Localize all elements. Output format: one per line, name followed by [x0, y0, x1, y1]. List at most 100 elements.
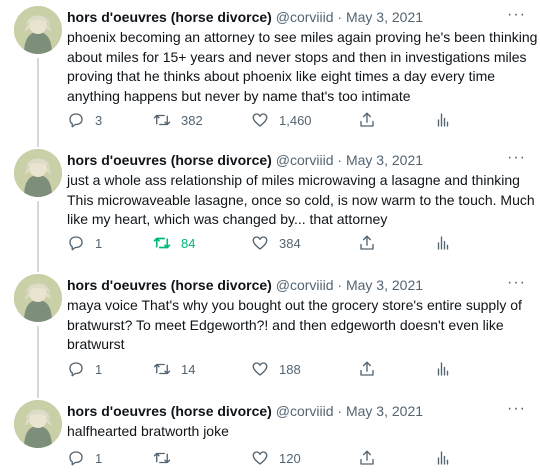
tweet[interactable]: hors d'oeuvres (horse divorce) @corviiid…: [0, 261, 540, 392]
analytics-button[interactable]: [434, 110, 462, 130]
thread-line: [37, 261, 39, 272]
separator: ·: [337, 152, 343, 168]
retweet-icon: [153, 237, 171, 249]
analytics-button[interactable]: [434, 233, 462, 253]
tweet-text-line: bratwurst: [67, 336, 125, 352]
author-handle[interactable]: @corviiid: [276, 152, 334, 168]
tweet-actions: 1 14 188: [67, 359, 527, 379]
tweet-text-line: proving that he thinks about phoenix lik…: [67, 68, 496, 84]
tweet-text-line: phoenix becoming an attorney to see mile…: [67, 29, 538, 45]
separator: ·: [337, 9, 343, 25]
tweet-text-line: anything happens but never by name that'…: [67, 87, 411, 104]
tweet-text: phoenix becoming an attorney to see mile…: [67, 28, 538, 106]
reply-count: 1: [95, 450, 103, 466]
tweet[interactable]: hors d'oeuvres (horse divorce) @corviiid…: [0, 134, 540, 261]
thread-line: [37, 58, 39, 134]
more-icon[interactable]: ···: [507, 7, 526, 23]
tweet-actions: 1 84 384: [67, 233, 527, 253]
tweet-actions: 3 382 1,460: [67, 110, 527, 130]
retweet-count: 14: [181, 361, 196, 377]
tweet-text-line: like my heart, which was changed by... t…: [67, 211, 388, 227]
like-icon: [252, 362, 268, 376]
like-count: 1,460: [279, 112, 312, 128]
analytics-icon: [437, 236, 449, 250]
retweet-button[interactable]: 84: [153, 233, 195, 253]
tweet-date[interactable]: May 3, 2021: [346, 9, 423, 25]
avatar[interactable]: [14, 274, 62, 322]
tweet-text-line: halfhearted bratworth joke: [67, 423, 229, 439]
thread-line: [37, 134, 39, 147]
reply-icon: [69, 113, 83, 128]
like-button[interactable]: 384: [251, 233, 301, 253]
reply-icon: [69, 451, 83, 466]
avatar[interactable]: [14, 400, 62, 448]
like-button[interactable]: 120: [251, 448, 301, 468]
like-icon: [252, 236, 268, 250]
reply-icon: [69, 362, 83, 377]
tweet-header: hors d'oeuvres (horse divorce) @corviiid…: [67, 151, 423, 169]
reply-button[interactable]: 1: [67, 448, 102, 468]
separator: ·: [337, 277, 343, 293]
tweet-header: hors d'oeuvres (horse divorce) @corviiid…: [67, 276, 423, 294]
author-name[interactable]: hors d'oeuvres (horse divorce): [67, 9, 272, 25]
author-handle[interactable]: @corviiid: [276, 277, 334, 293]
tweet-text: maya voice That's why you bought out the…: [67, 296, 527, 355]
author-handle[interactable]: @corviiid: [276, 403, 334, 419]
share-button[interactable]: [358, 110, 386, 130]
tweet-date[interactable]: May 3, 2021: [346, 277, 423, 293]
tweet[interactable]: hors d'oeuvres (horse divorce) @corviiid…: [0, 392, 540, 472]
like-icon: [252, 451, 268, 465]
retweet-count: 84: [181, 235, 196, 251]
tweet-date[interactable]: May 3, 2021: [346, 152, 423, 168]
more-icon[interactable]: ···: [507, 275, 526, 291]
thread-line: [37, 326, 39, 392]
like-count: 188: [279, 361, 301, 377]
analytics-icon: [437, 362, 449, 376]
thread-line: [37, 201, 39, 261]
tweet-actions: 1 120: [67, 448, 527, 468]
reply-button[interactable]: 3: [67, 110, 102, 130]
tweet-text: just a whole ass relationship of miles m…: [67, 171, 535, 230]
share-icon: [360, 450, 374, 465]
more-icon[interactable]: ···: [507, 150, 526, 166]
avatar[interactable]: [14, 6, 62, 54]
analytics-button[interactable]: [434, 448, 462, 468]
share-button[interactable]: [358, 448, 386, 468]
author-handle[interactable]: @corviiid: [276, 9, 334, 25]
tweet-text: halfhearted bratworth joke: [67, 422, 527, 442]
retweet-button[interactable]: 14: [153, 359, 195, 379]
reply-button[interactable]: 1: [67, 359, 102, 379]
tweet-text-line: bratwurst? To meet Edgeworth?! and then …: [67, 316, 504, 333]
retweet-count: 382: [181, 112, 203, 128]
retweet-button[interactable]: [153, 448, 181, 468]
author-name[interactable]: hors d'oeuvres (horse divorce): [67, 277, 272, 293]
like-button[interactable]: 1,460: [251, 110, 312, 130]
tweet-text-line: This microwaveable lasagne, once so cold…: [67, 191, 535, 208]
thread-line: [37, 392, 39, 398]
retweet-button[interactable]: 382: [153, 110, 203, 130]
like-icon: [252, 113, 268, 127]
share-button[interactable]: [358, 233, 386, 253]
tweet-date[interactable]: May 3, 2021: [346, 403, 423, 419]
author-name[interactable]: hors d'oeuvres (horse divorce): [67, 152, 272, 168]
more-icon[interactable]: ···: [507, 401, 526, 417]
like-button[interactable]: 188: [251, 359, 301, 379]
separator: ·: [337, 403, 343, 419]
retweet-icon: [153, 114, 171, 126]
reply-icon: [69, 236, 83, 251]
author-name[interactable]: hors d'oeuvres (horse divorce): [67, 403, 272, 419]
tweet-text-line: just a whole ass relationship of miles m…: [67, 172, 520, 188]
share-button[interactable]: [358, 359, 386, 379]
analytics-button[interactable]: [434, 359, 462, 379]
reply-button[interactable]: 1: [67, 233, 102, 253]
tweet-text-line: about miles for 15+ years and never stop…: [67, 48, 527, 65]
tweet[interactable]: hors d'oeuvres (horse divorce) @corviiid…: [0, 6, 540, 134]
tweet-header: hors d'oeuvres (horse divorce) @corviiid…: [67, 8, 423, 26]
share-icon: [360, 235, 374, 250]
retweet-icon: [153, 363, 171, 375]
share-icon: [360, 361, 374, 376]
like-count: 384: [279, 235, 301, 251]
avatar[interactable]: [14, 149, 62, 197]
tweet-header: hors d'oeuvres (horse divorce) @corviiid…: [67, 402, 423, 420]
tweet-text-line: maya voice That's why you bought out the…: [67, 297, 522, 313]
